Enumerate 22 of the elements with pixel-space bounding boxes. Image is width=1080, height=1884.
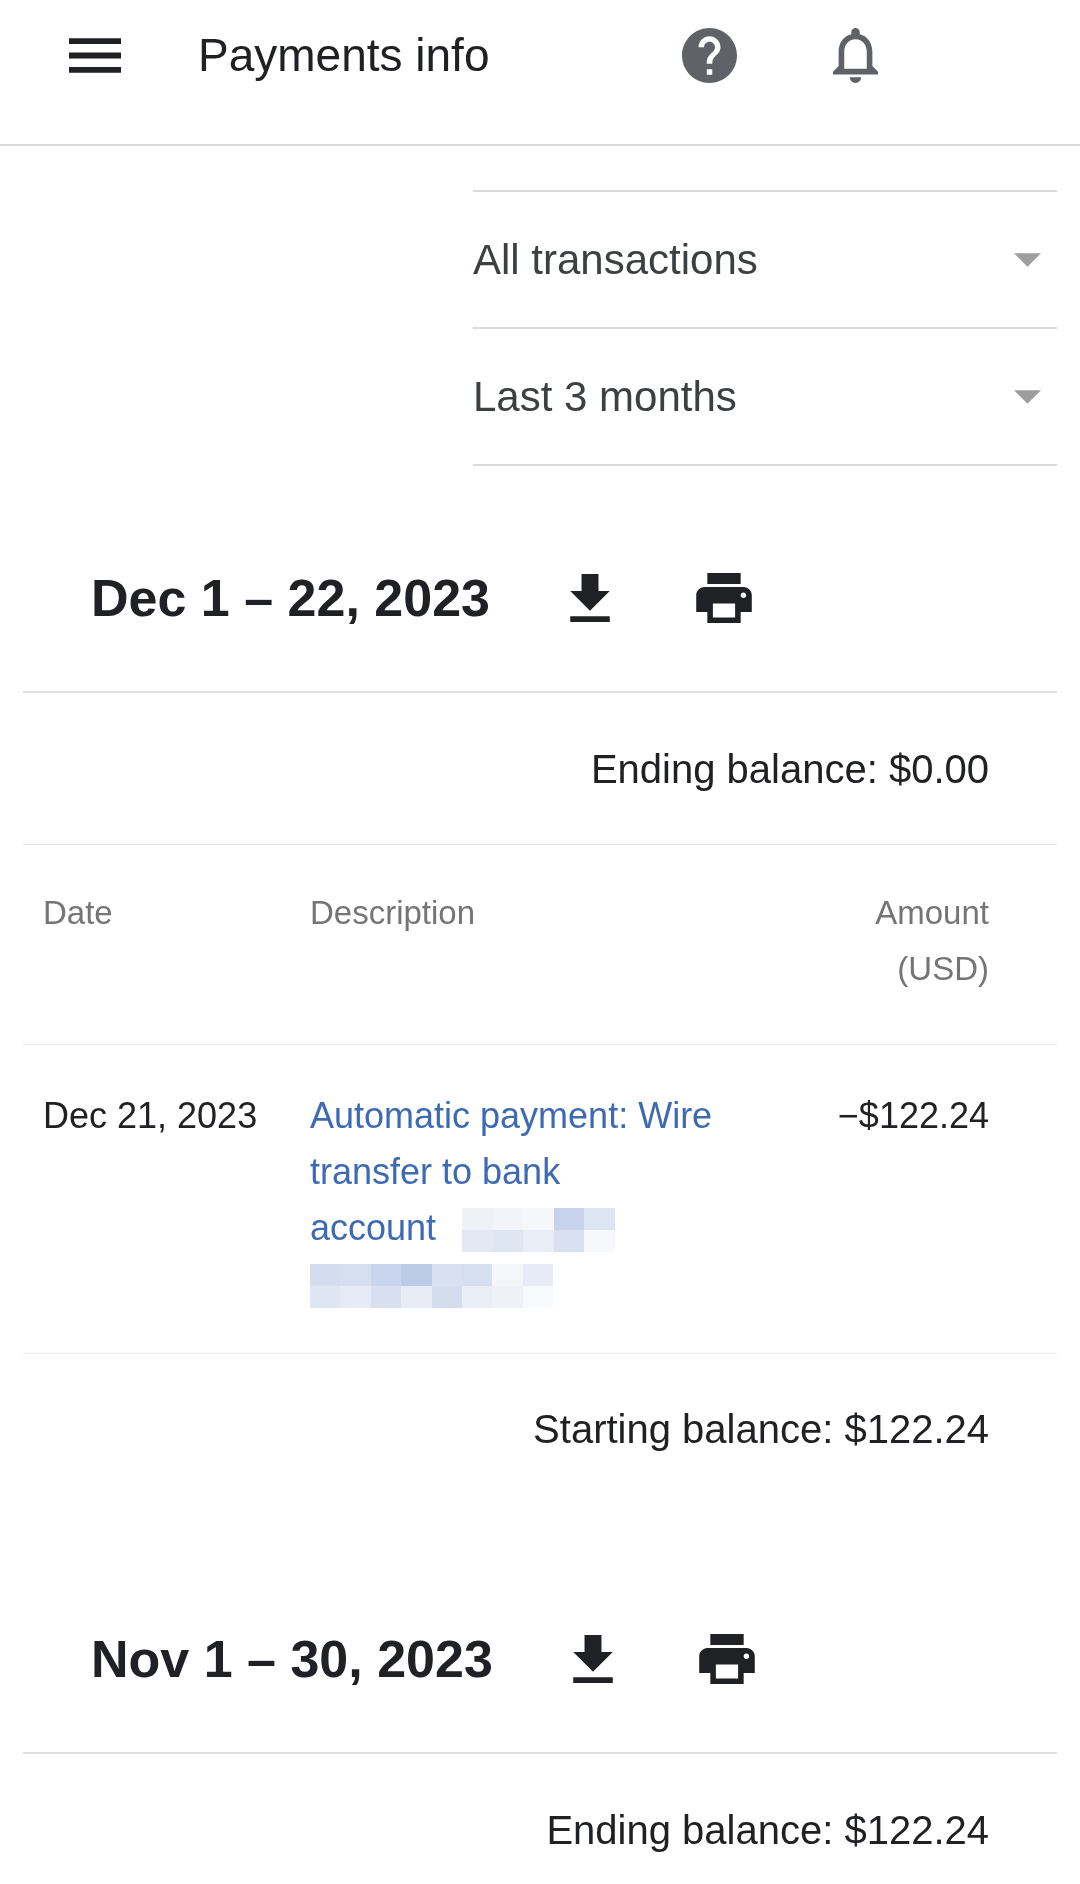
statement-period: Nov 1 – 30, 2023 [91,1628,493,1690]
balance-text: Ending balance: $0.00 [590,745,989,793]
table-cell-text: Dec 21, 2023 [43,1094,258,1138]
help-icon[interactable] [682,27,737,83]
table-cell-text: −$122.24 [837,1094,989,1138]
balance-text: Ending balance: $122.24 [546,1806,989,1854]
statement-period: Dec 1 – 22, 2023 [91,567,490,629]
menu-icon[interactable] [69,37,121,73]
caret-icon [1014,252,1041,267]
print-icon[interactable] [696,573,752,623]
download-icon[interactable] [572,1635,613,1683]
bell-icon[interactable] [833,27,878,83]
filter-dropdown[interactable]: Last 3 months [473,327,1057,466]
column-header: Date [43,893,113,933]
column-header: Amount (USD) [874,893,989,989]
column-header: Description [310,893,476,933]
filter-dropdown[interactable]: All transactions [473,190,1057,327]
transaction-link[interactable]: Automatic payment: Wire transfer to bank account [310,1088,725,1312]
download-icon[interactable] [570,574,610,622]
balance-text: Starting balance: $122.24 [533,1406,989,1453]
print-icon[interactable] [698,1634,755,1684]
caret-icon [1014,389,1041,404]
